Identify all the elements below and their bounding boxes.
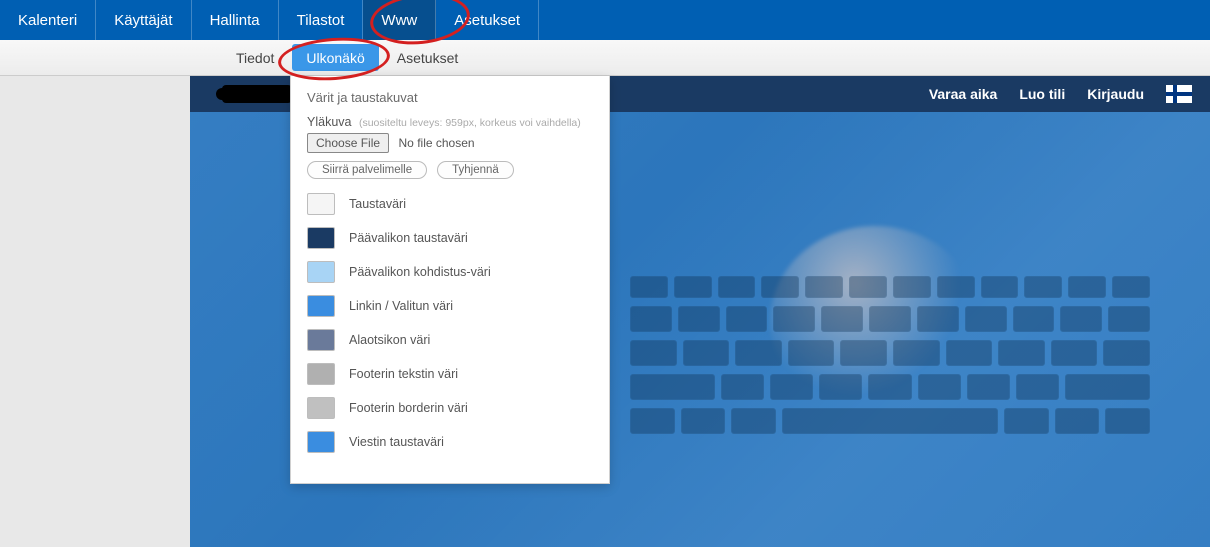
swatch-footer-borderin[interactable] [307, 397, 335, 419]
swatch-footer-tekstin[interactable] [307, 363, 335, 385]
nav-tab-tilastot[interactable]: Tilastot [279, 0, 364, 40]
choose-file-button[interactable]: Choose File [307, 133, 389, 153]
swatch-label: Viestin taustaväri [349, 435, 444, 449]
stage: Varaa aika Luo tili Kirjaudu Värit ja ta… [0, 76, 1210, 547]
upload-to-server-button[interactable]: Siirrä palvelimelle [307, 161, 427, 179]
swatch-row-footer-tekstin: Footerin tekstin väri [307, 363, 593, 385]
swatch-paavalikon-kohdistus[interactable] [307, 261, 335, 283]
swatch-label: Päävalikon taustaväri [349, 231, 468, 245]
subnav-tiedot[interactable]: Tiedot [220, 40, 290, 75]
site-logo-redacted [222, 85, 292, 103]
subnav-ulkonako[interactable]: Ulkonäkö [292, 44, 378, 71]
finnish-flag-icon[interactable] [1166, 85, 1192, 103]
swatch-row-paavalikon-kohdistus: Päävalikon kohdistus-väri [307, 261, 593, 283]
swatch-label: Taustaväri [349, 197, 406, 211]
nav-tab-hallinta[interactable]: Hallinta [192, 0, 279, 40]
top-nav: Kalenteri Käyttäjät Hallinta Tilastot Ww… [0, 0, 1210, 40]
clear-button[interactable]: Tyhjennä [437, 161, 514, 179]
swatch-row-taustavari: Taustaväri [307, 193, 593, 215]
swatch-row-viestin-tausta: Viestin taustaväri [307, 431, 593, 453]
swatch-alaotsikon[interactable] [307, 329, 335, 351]
upload-label: Yläkuva (suositeltu leveys: 959px, korke… [307, 115, 593, 129]
swatch-row-footer-borderin: Footerin borderin väri [307, 397, 593, 419]
swatch-label: Footerin tekstin väri [349, 367, 458, 381]
preview-link-kirjaudu[interactable]: Kirjaudu [1087, 86, 1144, 102]
preview-link-varaa-aika[interactable]: Varaa aika [929, 86, 998, 102]
swatch-label: Päävalikon kohdistus-väri [349, 265, 491, 279]
no-file-chosen-text: No file chosen [399, 136, 475, 150]
swatch-taustavari[interactable] [307, 193, 335, 215]
nav-tab-kayttajat[interactable]: Käyttäjät [96, 0, 191, 40]
color-swatch-list: Taustaväri Päävalikon taustaväri Päävali… [307, 193, 593, 453]
swatch-row-paavalikon-tausta: Päävalikon taustaväri [307, 227, 593, 249]
swatch-paavalikon-tausta[interactable] [307, 227, 335, 249]
subnav-asetukset[interactable]: Asetukset [381, 40, 474, 75]
sub-nav: Tiedot Ulkonäkö Asetukset [0, 40, 1210, 76]
nav-tab-www[interactable]: Www [363, 0, 436, 40]
panel-heading: Värit ja taustakuvat [307, 90, 593, 105]
nav-tab-kalenteri[interactable]: Kalenteri [0, 0, 96, 40]
nav-tab-asetukset[interactable]: Asetukset [436, 0, 539, 40]
upload-hint: (suositeltu leveys: 959px, korkeus voi v… [359, 117, 581, 129]
swatch-label: Linkin / Valitun väri [349, 299, 453, 313]
swatch-row-linkin-valitun: Linkin / Valitun väri [307, 295, 593, 317]
swatch-row-alaotsikon: Alaotsikon väri [307, 329, 593, 351]
bg-keyboard-illustration [630, 276, 1150, 496]
appearance-panel: Värit ja taustakuvat Yläkuva (suositeltu… [290, 76, 610, 484]
swatch-label: Footerin borderin väri [349, 401, 468, 415]
swatch-viestin-tausta[interactable] [307, 431, 335, 453]
swatch-label: Alaotsikon väri [349, 333, 430, 347]
swatch-linkin-valitun[interactable] [307, 295, 335, 317]
preview-link-luo-tili[interactable]: Luo tili [1019, 86, 1065, 102]
